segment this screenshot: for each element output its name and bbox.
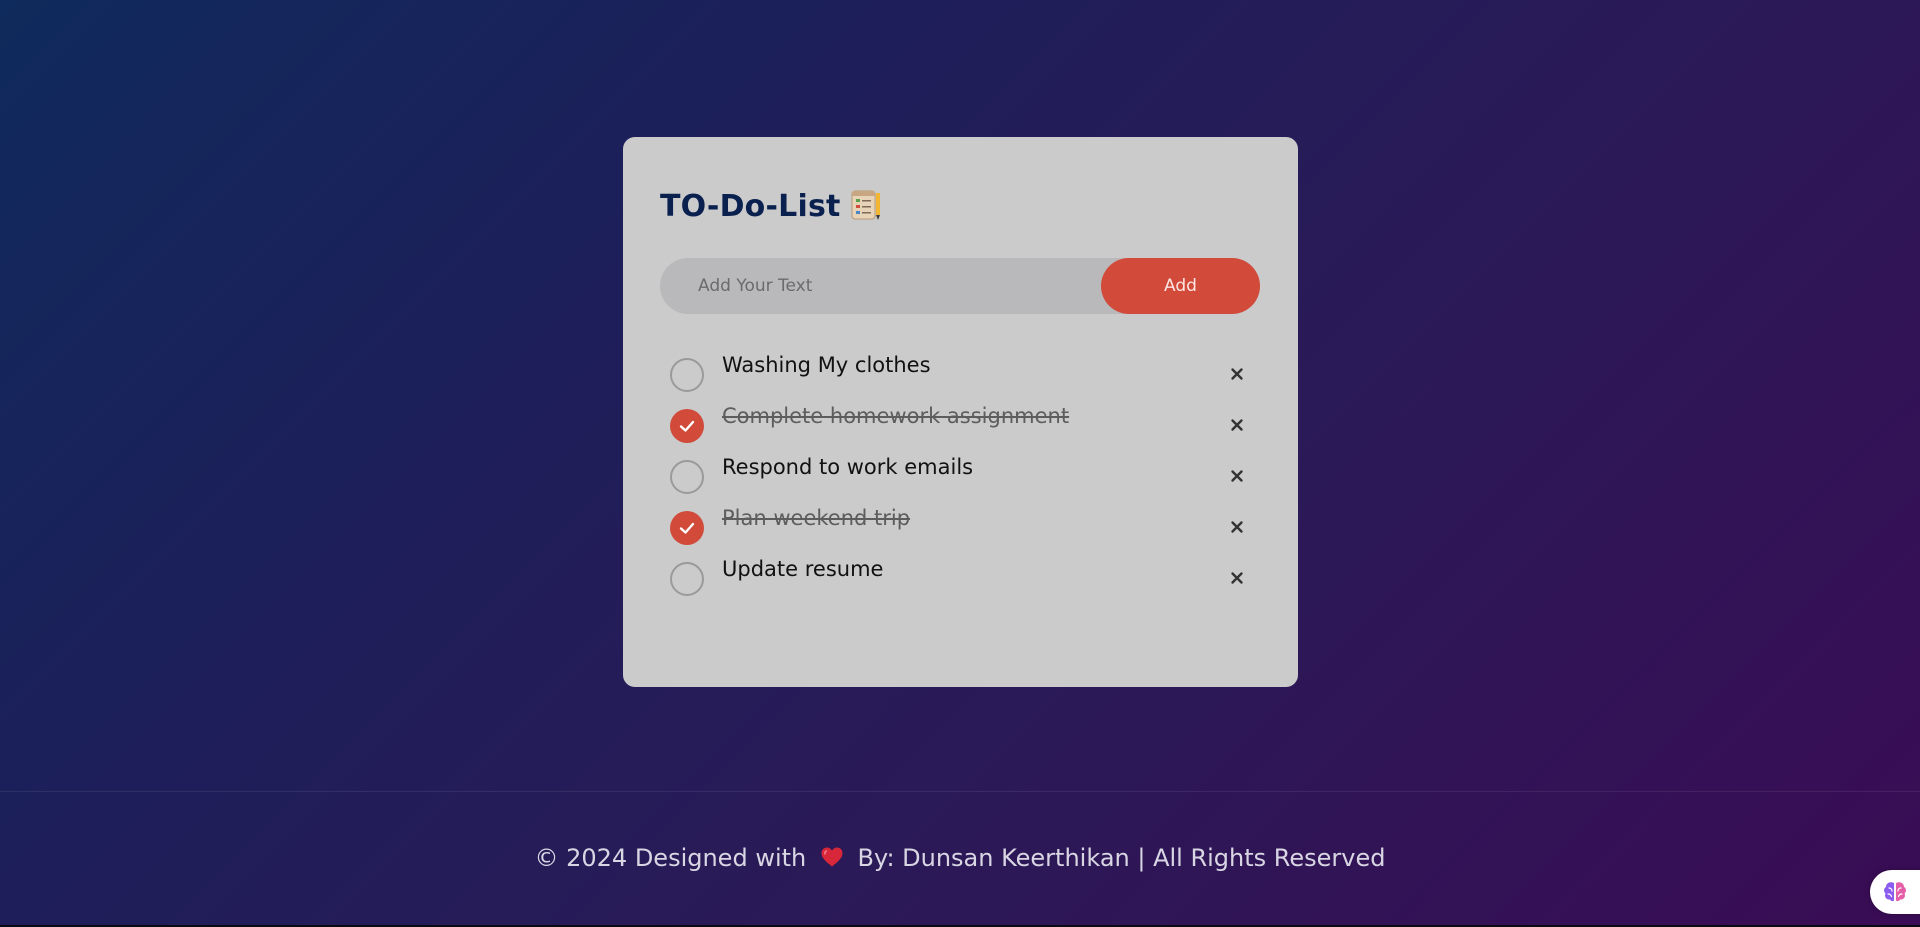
task-item: Complete homework assignment <box>660 400 1260 451</box>
task-text[interactable]: Update resume <box>722 557 883 581</box>
task-checkbox[interactable] <box>670 358 704 392</box>
delete-task-button[interactable] <box>1224 463 1250 489</box>
close-icon <box>1231 572 1243 584</box>
task-text[interactable]: Washing My clothes <box>722 353 931 377</box>
add-button[interactable]: Add <box>1101 258 1260 314</box>
task-item: Respond to work emails <box>660 451 1260 502</box>
close-icon <box>1231 419 1243 431</box>
add-task-row: Add <box>660 258 1260 314</box>
assistant-widget-button[interactable] <box>1870 870 1920 914</box>
app-title-text: TO-Do-List <box>660 189 841 224</box>
todo-card: TO-Do-List Add Washing My clothes <box>623 137 1298 687</box>
task-checkbox[interactable] <box>670 511 704 545</box>
task-checkbox[interactable] <box>670 460 704 494</box>
delete-task-button[interactable] <box>1224 565 1250 591</box>
task-item: Washing My clothes <box>660 349 1260 400</box>
task-checkbox[interactable] <box>670 562 704 596</box>
footer-prefix: © 2024 Designed with <box>534 844 807 872</box>
close-icon <box>1231 470 1243 482</box>
task-list: Washing My clothes Complete homework ass… <box>660 349 1260 604</box>
task-text[interactable]: Plan weekend trip <box>722 506 910 530</box>
checkmark-icon <box>679 522 695 534</box>
delete-task-button[interactable] <box>1224 361 1250 387</box>
task-input[interactable] <box>660 258 1100 314</box>
heart-icon <box>820 846 844 868</box>
task-text[interactable]: Complete homework assignment <box>722 404 1069 428</box>
checkmark-icon <box>679 420 695 432</box>
task-item: Plan weekend trip <box>660 502 1260 553</box>
footer: © 2024 Designed with By: Dunsan Keerthik… <box>0 844 1920 872</box>
close-icon <box>1231 368 1243 380</box>
checklist-notepad-icon <box>849 188 883 222</box>
close-icon <box>1231 521 1243 533</box>
app-title: TO-Do-List <box>660 189 883 225</box>
delete-task-button[interactable] <box>1224 412 1250 438</box>
footer-divider <box>0 791 1920 792</box>
task-item: Update resume <box>660 553 1260 604</box>
task-text[interactable]: Respond to work emails <box>722 455 973 479</box>
footer-suffix: By: Dunsan Keerthikan | All Rights Reser… <box>857 844 1386 872</box>
task-checkbox[interactable] <box>670 409 704 443</box>
delete-task-button[interactable] <box>1224 514 1250 540</box>
brain-icon <box>1884 882 1906 902</box>
